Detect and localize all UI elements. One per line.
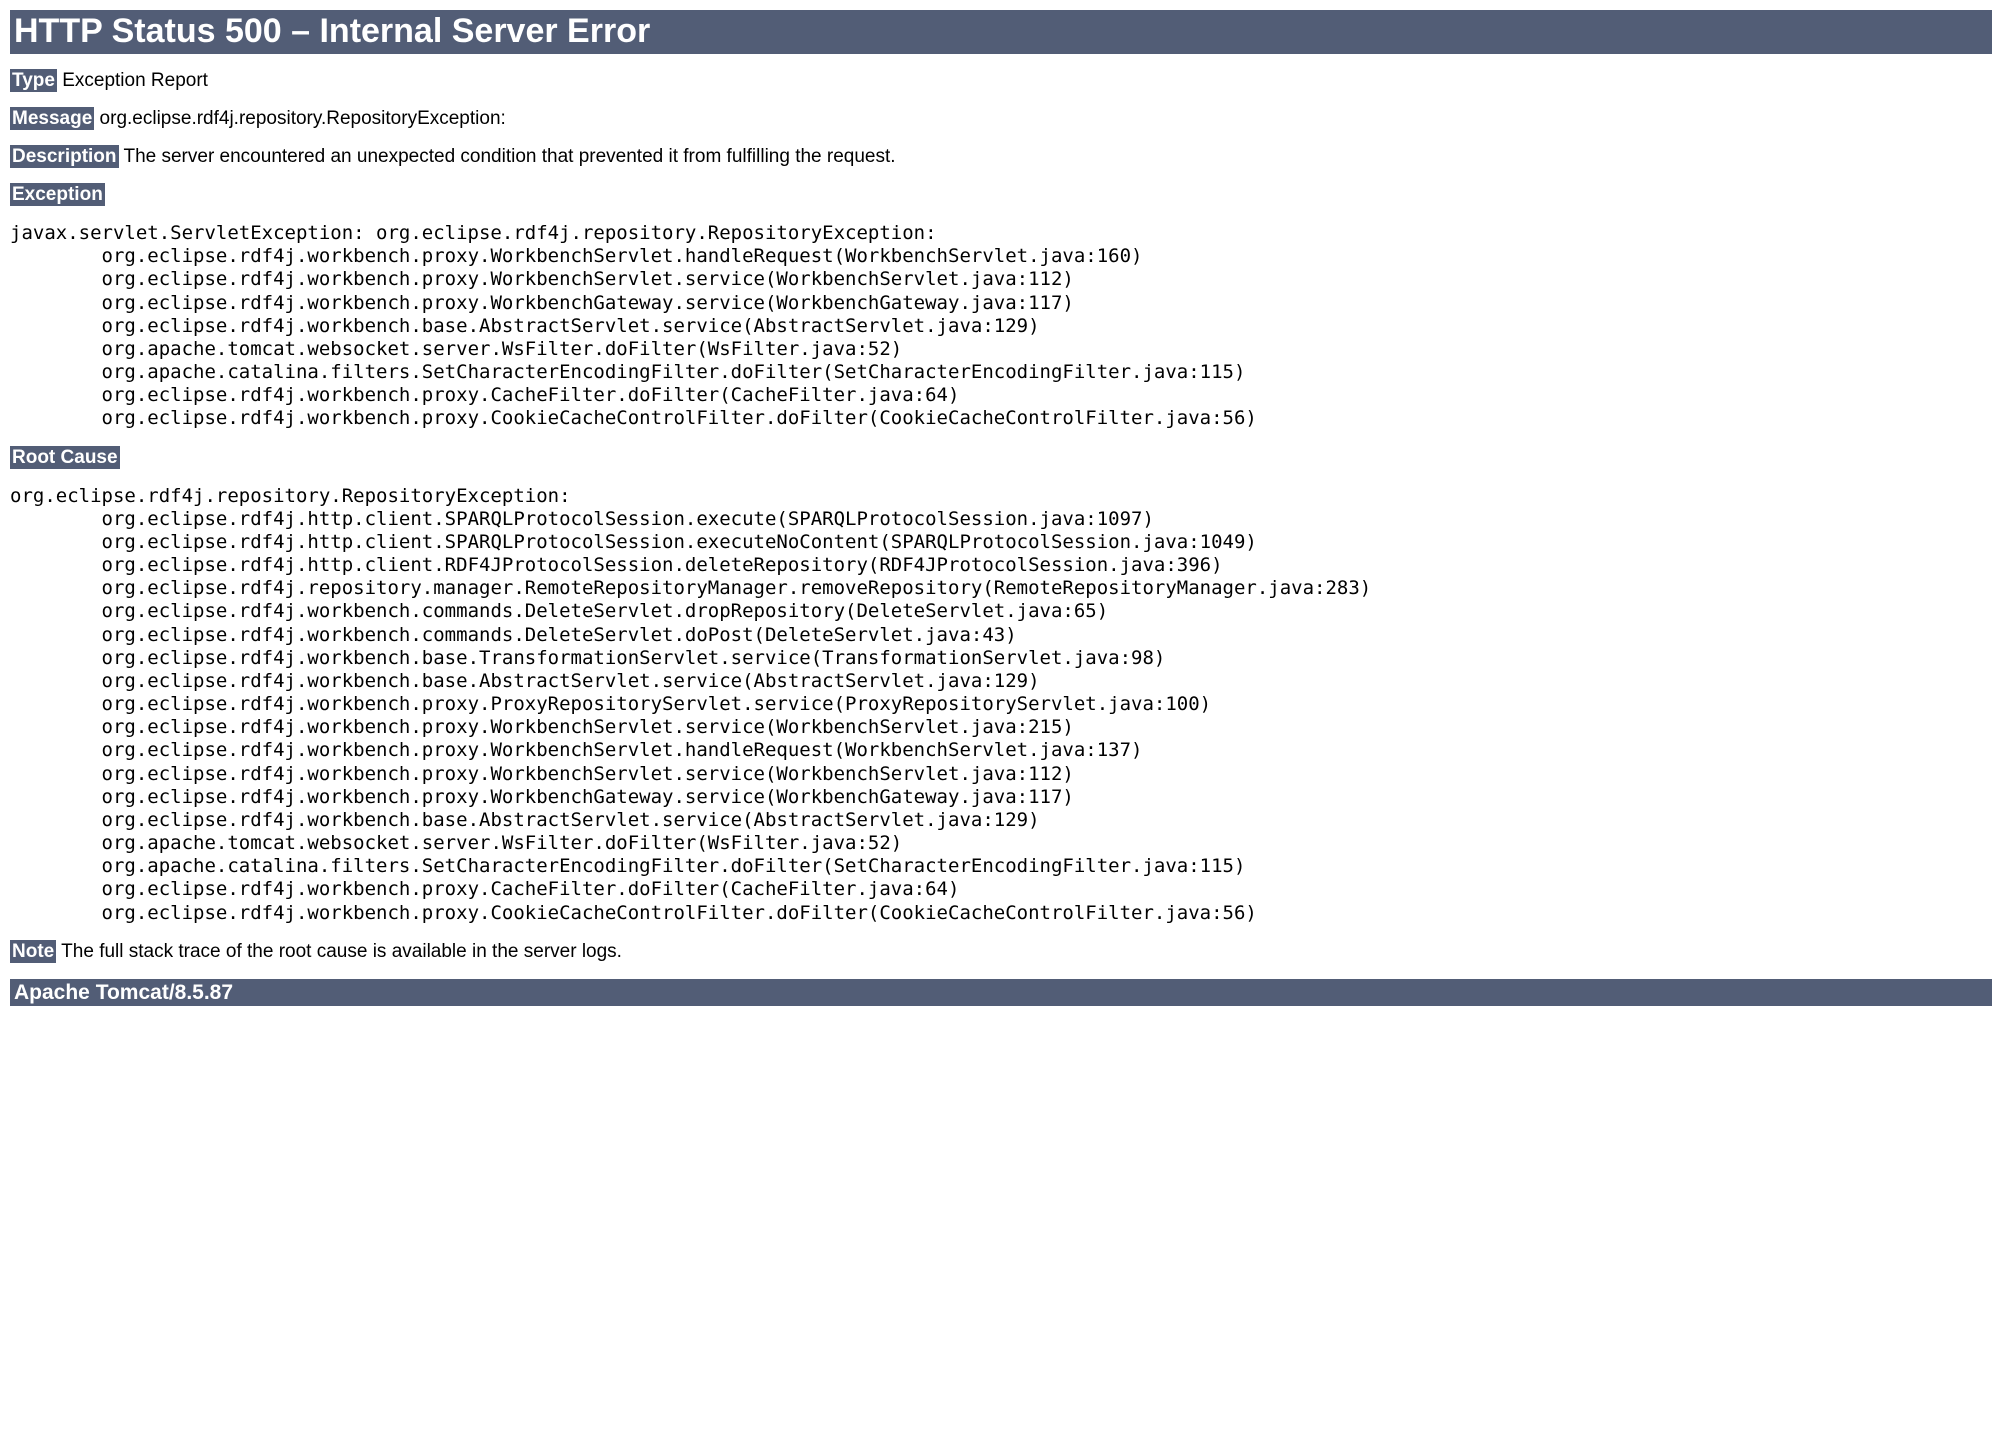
description-value: The server encountered an unexpected con… <box>119 146 896 167</box>
message-value: org.eclipse.rdf4j.repository.RepositoryE… <box>94 108 506 129</box>
server-info: Apache Tomcat/8.5.87 <box>10 980 1992 1006</box>
note-label: Note <box>10 940 56 963</box>
description-line: Description The server encountered an un… <box>10 146 1992 168</box>
exception-label: Exception <box>10 183 105 206</box>
root-cause-label: Root Cause <box>10 446 120 469</box>
exception-heading: Exception <box>10 184 1992 206</box>
message-label: Message <box>10 107 94 130</box>
page-title: HTTP Status 500 – Internal Server Error <box>10 10 1992 53</box>
divider <box>10 53 1992 54</box>
root-cause-heading: Root Cause <box>10 447 1992 469</box>
note-value: The full stack trace of the root cause i… <box>56 941 622 962</box>
exception-stack-trace: javax.servlet.ServletException: org.ecli… <box>10 222 1992 431</box>
message-line: Message org.eclipse.rdf4j.repository.Rep… <box>10 108 1992 130</box>
type-line: Type Exception Report <box>10 70 1992 92</box>
note-line: Note The full stack trace of the root ca… <box>10 941 1992 963</box>
root-cause-stack-trace: org.eclipse.rdf4j.repository.RepositoryE… <box>10 485 1992 925</box>
description-label: Description <box>10 145 119 168</box>
type-value: Exception Report <box>57 70 208 91</box>
type-label: Type <box>10 69 57 92</box>
